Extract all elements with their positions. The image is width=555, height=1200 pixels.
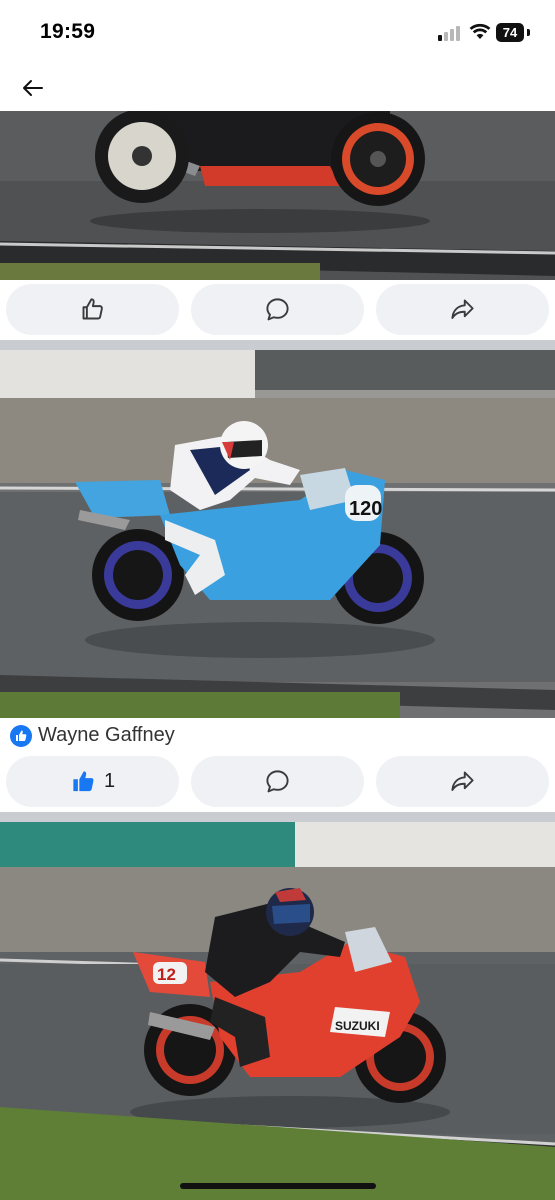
- battery-indicator: 74: [496, 23, 530, 42]
- comment-bubble-icon: [266, 298, 289, 321]
- comment-button[interactable]: [191, 284, 364, 335]
- arrow-left-icon: [23, 80, 43, 96]
- thumbs-up-filled-icon: [73, 771, 94, 792]
- post-actions-2: 1: [0, 752, 555, 812]
- comment-bubble-icon: [266, 770, 289, 793]
- reactor-name: Wayne Gaffney: [38, 724, 175, 746]
- post-actions-1: [0, 280, 555, 340]
- post-photo-2[interactable]: 120: [0, 350, 555, 718]
- like-button[interactable]: [6, 284, 179, 335]
- like-button-liked[interactable]: 1: [6, 756, 179, 807]
- share-button[interactable]: [376, 284, 549, 335]
- share-arrow-icon: [451, 299, 474, 319]
- svg-text:12: 12: [157, 965, 176, 984]
- svg-text:120: 120: [349, 498, 382, 520]
- thumbs-up-outline-icon: [82, 298, 103, 320]
- wifi-icon: [469, 22, 491, 40]
- share-button[interactable]: [376, 756, 549, 807]
- cellular-signal-icon: [438, 25, 462, 41]
- comment-button[interactable]: [191, 756, 364, 807]
- back-button[interactable]: [20, 76, 46, 100]
- like-reaction-icon: [10, 725, 32, 747]
- status-time: 19:59: [40, 20, 96, 43]
- status-bar: 19:59 74: [0, 0, 555, 66]
- svg-text:SUZUKI: SUZUKI: [335, 1019, 380, 1033]
- home-indicator[interactable]: [180, 1183, 376, 1189]
- reaction-summary[interactable]: Wayne Gaffney: [0, 718, 555, 754]
- post-photo-1[interactable]: [0, 111, 555, 280]
- post-photo-3[interactable]: 12 SUZUKI: [0, 822, 555, 1200]
- battery-level: 74: [502, 25, 518, 40]
- like-count: 1: [103, 770, 116, 792]
- share-arrow-icon: [451, 771, 474, 791]
